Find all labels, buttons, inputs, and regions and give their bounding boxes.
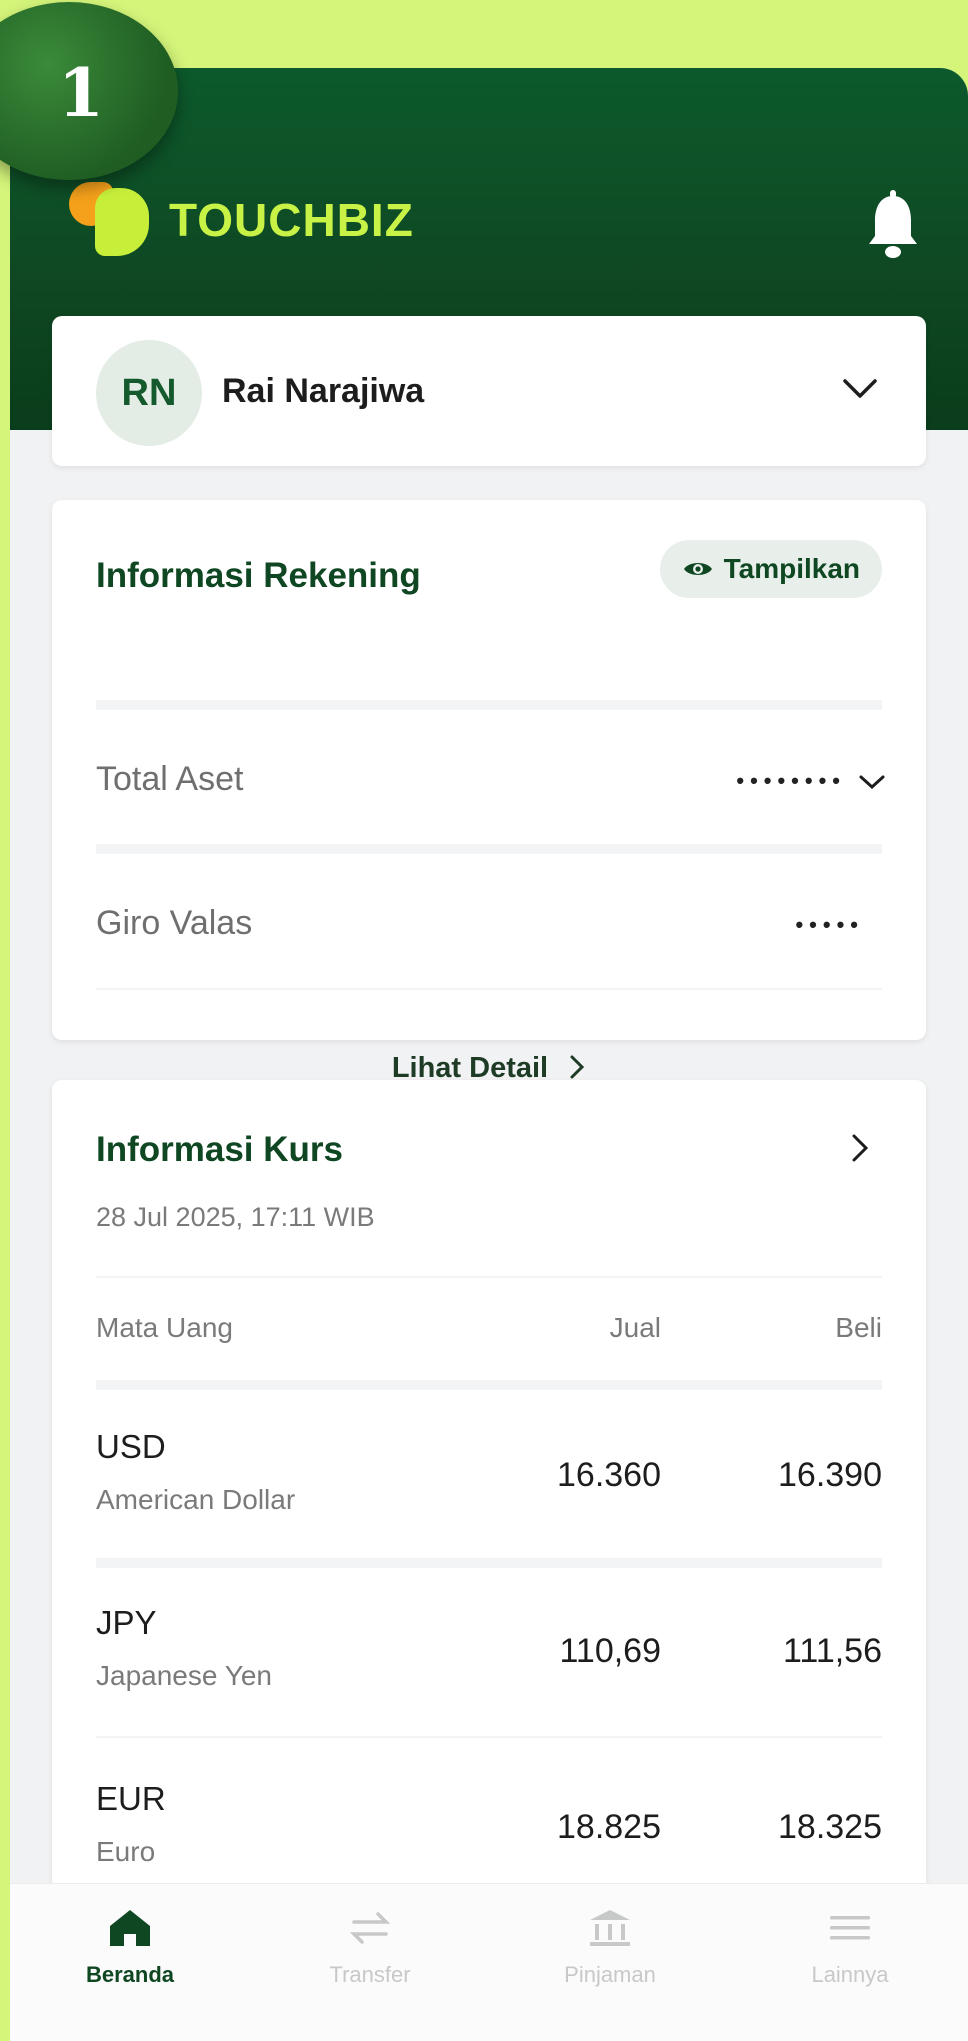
- account-selector[interactable]: RN Rai Narajiwa: [52, 316, 926, 466]
- divider: [96, 1380, 882, 1390]
- show-balance-label: Tampilkan: [723, 553, 860, 584]
- menu-icon: [830, 1916, 870, 1940]
- app-screen: TOUCHBIZ RN Rai Narajiwa Informasi Reken…: [10, 68, 968, 2041]
- nav-item-lainnya[interactable]: Lainnya: [750, 1908, 950, 1988]
- notification-bell-icon[interactable]: [866, 190, 920, 260]
- show-balance-button[interactable]: Tampilkan: [659, 540, 882, 598]
- currency-name: American Dollar: [96, 1484, 296, 1515]
- brand-logo: TOUCHBIZ: [65, 180, 414, 260]
- currency-name: Euro: [96, 1836, 156, 1867]
- divider: [96, 1736, 882, 1738]
- exchange-rate-timestamp: 28 Jul 2025, 17:11 WIB: [96, 1202, 375, 1232]
- step-number: 1: [58, 54, 104, 132]
- exchange-rate-title: Informasi Kurs: [96, 1130, 343, 1169]
- divider: [96, 1558, 882, 1568]
- home-icon: [110, 1910, 150, 1946]
- nav-label: Pinjaman: [564, 1962, 656, 1987]
- nav-label: Lainnya: [811, 1962, 889, 1987]
- expand-total-assets-icon[interactable]: [858, 772, 886, 792]
- chevron-right-icon: [570, 1055, 585, 1079]
- giro-valas-value: •••••: [795, 912, 864, 937]
- column-header-sell: Jual: [609, 1312, 661, 1343]
- divider: [96, 1276, 882, 1278]
- exchange-rate-card: Informasi Kurs 28 Jul 2025, 17:11 WIB Ma…: [52, 1080, 926, 2000]
- account-name: Rai Narajiwa: [222, 372, 425, 410]
- account-info-title: Informasi Rekening: [96, 556, 421, 595]
- total-assets-label: Total Aset: [96, 760, 244, 798]
- brand-name: TOUCHBIZ: [169, 194, 414, 246]
- column-header-buy: Beli: [835, 1312, 882, 1343]
- divider: [96, 988, 882, 990]
- giro-valas-label: Giro Valas: [96, 904, 253, 942]
- currency-name: Japanese Yen: [96, 1660, 272, 1691]
- nav-label: Beranda: [85, 1962, 175, 1987]
- nav-item-beranda[interactable]: Beranda: [30, 1908, 230, 1988]
- buy-rate: 16.390: [778, 1456, 882, 1494]
- chevron-right-icon[interactable]: [850, 1132, 870, 1164]
- transfer-icon: [349, 1912, 391, 1944]
- buy-rate: 111,56: [783, 1632, 882, 1670]
- sell-rate: 18.825: [557, 1808, 661, 1846]
- currency-code: USD: [96, 1428, 166, 1465]
- eye-icon: [683, 563, 712, 575]
- nav-item-pinjaman[interactable]: Pinjaman: [510, 1908, 710, 1988]
- bottom-navigation: Beranda Transfer Pinjaman Lainnya: [10, 1883, 968, 2041]
- total-assets-value: ••••••••: [736, 768, 846, 793]
- divider: [96, 844, 882, 854]
- logo-mark-icon: [65, 180, 157, 260]
- column-header-currency: Mata Uang: [96, 1312, 233, 1343]
- currency-code: EUR: [96, 1780, 166, 1817]
- chevron-down-icon[interactable]: [842, 374, 878, 402]
- account-info-card: Informasi Rekening Tampilkan Total Aset …: [52, 500, 926, 1084]
- buy-rate: 18.325: [778, 1808, 882, 1846]
- divider: [96, 700, 882, 710]
- sell-rate: 16.360: [557, 1456, 661, 1494]
- avatar: RN: [96, 340, 202, 446]
- bank-icon: [590, 1910, 630, 1946]
- currency-code: JPY: [96, 1604, 157, 1641]
- nav-label: Transfer: [329, 1962, 411, 1987]
- sell-rate: 110,69: [559, 1632, 661, 1670]
- nav-item-transfer[interactable]: Transfer: [270, 1908, 470, 1988]
